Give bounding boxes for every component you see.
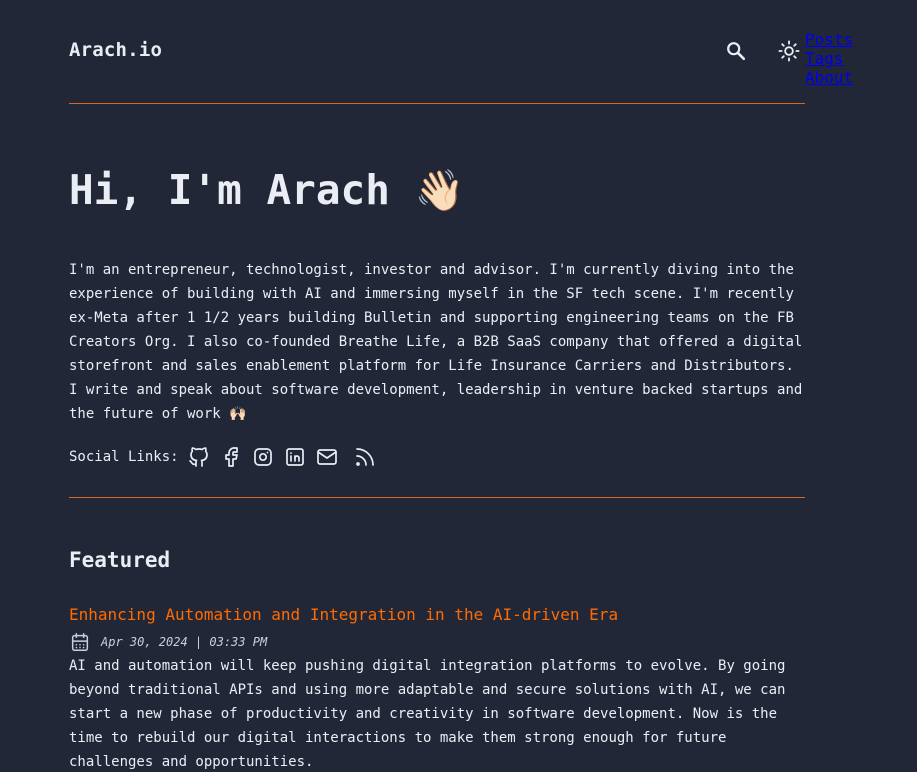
site-header: Arach.io Posts Tags About xyxy=(69,30,853,87)
search-icon[interactable] xyxy=(725,40,747,66)
social-links-label: Social Links: xyxy=(69,449,179,465)
page: Arach.io Posts Tags About Hi, I'm Arach … xyxy=(0,0,917,772)
linkedin-icon[interactable] xyxy=(283,445,307,469)
featured-post-description: AI and automation will keep pushing digi… xyxy=(69,658,786,770)
instagram-icon[interactable] xyxy=(251,445,275,469)
featured-post-title[interactable]: Enhancing Automation and Integration in … xyxy=(69,605,618,624)
github-icon[interactable] xyxy=(187,445,211,469)
nav-tags-link[interactable]: Tags xyxy=(805,49,844,68)
featured-heading: Featured xyxy=(69,548,171,572)
social-links: Social Links: xyxy=(69,443,385,471)
nav-posts-link[interactable]: Posts xyxy=(805,30,853,49)
raised-hands-emoji: 🙌🏻 xyxy=(229,406,247,422)
calendar-icon xyxy=(71,633,89,651)
featured-post-meta: Apr 30, 2024 | 03:33 PM xyxy=(69,631,267,653)
section-divider xyxy=(69,497,805,498)
nav-about-link[interactable]: About xyxy=(805,68,853,87)
hero-title: Hi, I'm Arach 👋🏻 xyxy=(69,166,464,214)
facebook-icon[interactable] xyxy=(219,445,243,469)
rss-icon[interactable] xyxy=(353,445,377,469)
header-divider xyxy=(69,103,805,104)
intro-text: I'm an entrepreneur, technologist, inves… xyxy=(69,262,803,422)
intro-paragraph: I'm an entrepreneur, technologist, inves… xyxy=(69,258,809,426)
sun-icon[interactable] xyxy=(778,40,800,66)
hero-title-text: Hi, I'm Arach xyxy=(69,166,390,214)
site-logo[interactable]: Arach.io xyxy=(69,39,162,61)
featured-post-date: Apr 30, 2024 | 03:33 PM xyxy=(101,635,268,649)
mail-icon[interactable] xyxy=(315,445,339,469)
waving-hand-emoji: 👋🏻 xyxy=(414,168,465,214)
